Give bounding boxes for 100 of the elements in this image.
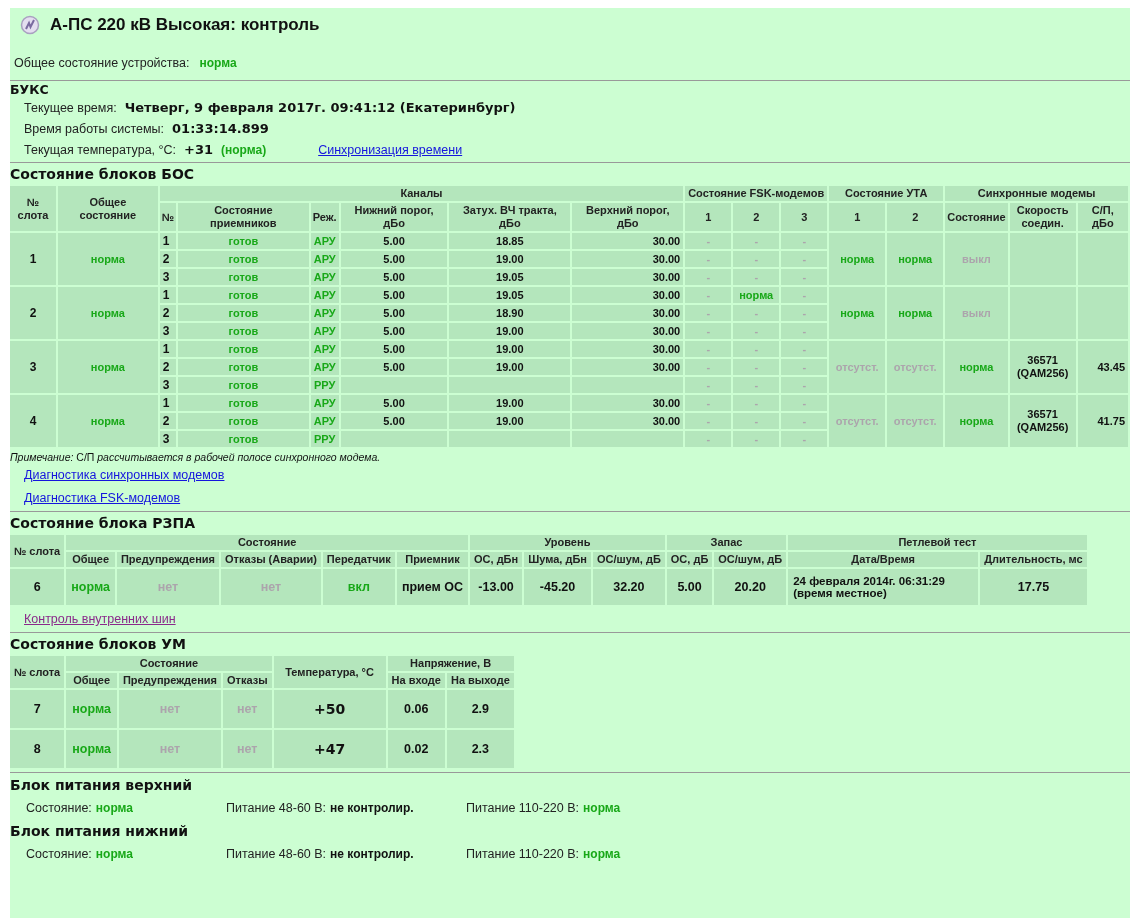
column-header: ОС/шум, дБ [592,552,665,567]
table-cell: норма [66,690,117,728]
table-cell [1077,287,1128,339]
lightning-icon [20,15,40,35]
table-cell: 30.00 [572,269,684,285]
table-cell: 19.00 [449,359,571,375]
table-cell: - [781,377,828,393]
field-label: Питание 110-220 В: [466,801,580,815]
table-cell: 24 февраля 2014г. 06:31:29 (время местное) [788,569,979,605]
table-cell: - [733,431,780,447]
table-cell: 2 [159,413,176,429]
status-value: не контролир. [330,801,414,815]
table-cell: 5.00 [666,569,713,605]
table-cell: 3 [159,269,176,285]
table-cell: 5.00 [340,251,448,267]
table-cell: 36571 (QAM256) [1009,395,1076,447]
column-header: 2 [733,203,780,231]
table-cell: нет [221,569,321,605]
table-cell: - [685,413,732,429]
table-cell: 19.00 [449,395,571,411]
table-cell: - [685,251,732,267]
table-cell: норма [58,395,158,447]
table-cell: норма [945,341,1008,393]
table-cell: - [733,305,780,321]
table-cell: 5.00 [340,305,448,321]
status-value: норма [583,847,621,861]
table-cell: норма [945,395,1008,447]
table-cell: - [781,269,828,285]
table-cell: 1 [159,287,176,303]
column-header: Нижний порог, дБо [340,203,448,231]
table-cell: 5.00 [340,413,448,429]
table-cell: - [781,323,828,339]
column-header: Состояние [945,203,1008,231]
table-cell: готов [178,305,309,321]
column-header: 1 [685,203,732,231]
table-cell: - [685,431,732,447]
diagnostics-link[interactable]: Диагностика синхронных модемов [24,468,225,482]
column-header: 2 [887,203,944,231]
table-cell: 30.00 [572,395,684,411]
column-header: Каналы [159,186,684,201]
table-cell: норма [58,233,158,285]
column-header: Скорость соедин. [1009,203,1076,231]
table-cell: 2 [10,287,56,339]
table-cell [1009,233,1076,285]
table-cell: АРУ [310,287,339,303]
column-header: Реж. [310,203,339,231]
table-cell: готов [178,323,309,339]
column-header: ОС/шум, дБ [714,552,787,567]
table-cell: 19.00 [449,323,571,339]
table-cell: норма [58,287,158,339]
table-cell: 30.00 [572,287,684,303]
table-cell: отсутст. [829,395,886,447]
table-cell: 2 [159,305,176,321]
table-cell: 0.06 [387,690,445,728]
table-cell: нет [223,730,272,768]
table-cell: 36571 (QAM256) [1009,341,1076,393]
column-header: Петлевой тест [788,535,1087,550]
table-cell: РРУ [310,377,339,393]
table-cell: 3 [159,377,176,393]
sync-time-link[interactable]: Синхронизация времени [318,143,463,157]
table-cell: норма [58,341,158,393]
table-cell: - [733,251,780,267]
table-cell: - [781,251,828,267]
table-cell: 19.05 [449,269,571,285]
field-label: Текущее время: [24,101,117,115]
table-cell: +50 [273,690,386,728]
table-cell: норма [887,233,944,285]
table-cell: норма [733,287,780,303]
table-cell: выкл [945,233,1008,285]
table-cell: 30.00 [572,251,684,267]
table-cell: готов [178,269,309,285]
table-cell: 8 [10,730,65,768]
section-heading: Состояние блоков БОС [10,165,196,184]
bus-control-link[interactable]: Контроль внутренних шин [24,612,176,626]
table-cell: АРУ [310,413,339,429]
column-header: Предупреждения [118,673,221,688]
diagnostics-link[interactable]: Диагностика FSK-модемов [24,491,181,505]
table-cell: норма [66,569,115,605]
table-cell: - [685,287,732,303]
column-header: Отказы (Аварии) [221,552,321,567]
table-cell: - [781,359,828,375]
table-cell: - [733,323,780,339]
column-header: Дата/Время [788,552,979,567]
table-cell: - [733,341,780,357]
column-header: Общее [66,673,117,688]
column-header: Уровень [470,535,665,550]
table-cell: 5.00 [340,341,448,357]
column-header: № слота [10,656,65,688]
table-cell: -45.20 [524,569,591,605]
table-cell: АРУ [310,395,339,411]
table-cell: 4 [10,395,56,447]
field-label: Питание 110-220 В: [466,847,580,861]
table-cell: +47 [273,730,386,768]
section-heading: Состояние блока РЗПА [10,514,196,533]
column-header: На выходе [446,673,514,688]
field-label: Состояние: [26,847,92,861]
table-cell: готов [178,413,309,429]
table-cell: - [685,395,732,411]
table-cell [1077,233,1128,285]
table-cell: 30.00 [572,341,684,357]
